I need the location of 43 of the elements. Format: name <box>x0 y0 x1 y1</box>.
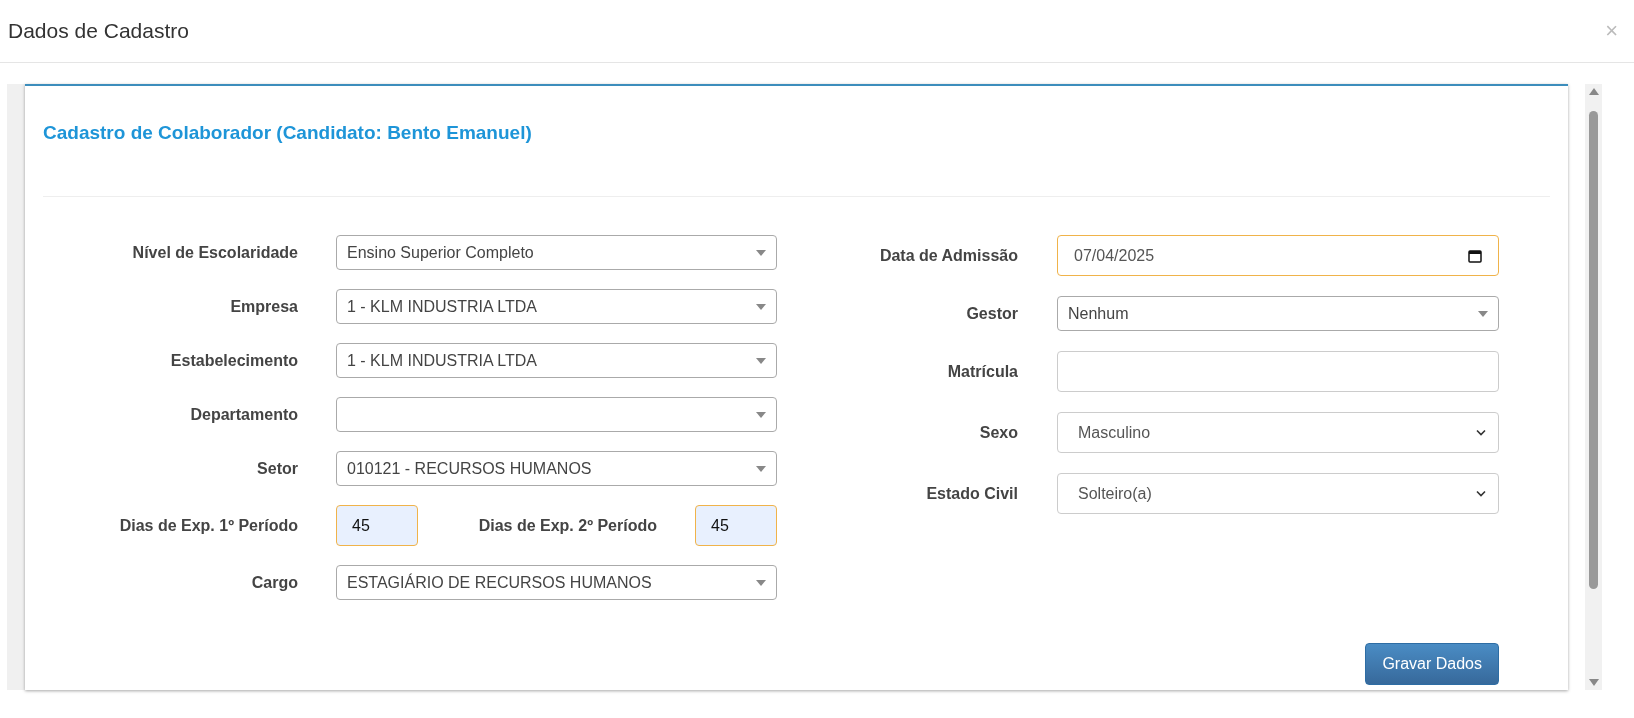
date-field[interactable]: 07/04/2025 <box>1057 235 1499 276</box>
field-label: Setor <box>256 459 298 478</box>
dropdown-caret-icon <box>756 249 766 256</box>
field-label: Dias de Exp. 2º Período <box>477 516 657 535</box>
field-label: Departamento <box>189 405 298 424</box>
field-label: Estado Civil <box>925 484 1018 503</box>
field-label: Cargo <box>250 573 298 592</box>
form-title: Cadastro de Colaborador (Candidato: Bento Emanuel) <box>43 122 533 144</box>
field-label: Data de Admissão <box>878 246 1018 265</box>
dropdown-field[interactable]: Solteiro(a) <box>1057 473 1499 514</box>
number-field[interactable]: 45 <box>336 505 418 546</box>
calendar-icon <box>1468 248 1482 263</box>
dropdown-caret-icon <box>756 579 766 586</box>
scroll-down-icon[interactable] <box>1588 679 1599 686</box>
text-field[interactable] <box>1057 351 1499 392</box>
select-field[interactable]: ESTAGIÁRIO DE RECURSOS HUMANOS <box>336 565 777 600</box>
dropdown-caret-icon <box>756 303 766 310</box>
select-field[interactable]: 1 - KLM INDUSTRIA LTDA <box>336 289 777 324</box>
field-label: Matrícula <box>946 362 1018 381</box>
select-field[interactable]: 010121 - RECURSOS HUMANOS <box>336 451 777 486</box>
select-field[interactable] <box>336 397 777 432</box>
dropdown-field[interactable]: Masculino <box>1057 412 1499 453</box>
dialog-title: Dados de Cadastro <box>8 19 189 43</box>
field-label: Dias de Exp. 1º Período <box>118 516 298 535</box>
field-label: Empresa <box>229 297 298 316</box>
field-label: Gestor <box>965 304 1018 323</box>
field-label: Estabelecimento <box>169 351 298 370</box>
save-button[interactable]: Gravar Dados <box>1365 643 1499 685</box>
chevron-down-icon <box>1476 490 1486 497</box>
scrollbar-thumb[interactable] <box>1589 111 1598 589</box>
number-field[interactable]: 45 <box>695 505 777 546</box>
field-label: Nível de Escolaridade <box>131 243 298 262</box>
dropdown-caret-icon <box>1478 310 1488 317</box>
select-field[interactable]: Nenhum <box>1057 296 1499 331</box>
dropdown-caret-icon <box>756 357 766 364</box>
field-label: Sexo <box>978 423 1018 442</box>
dropdown-caret-icon <box>756 411 766 418</box>
scrollbar[interactable] <box>1585 84 1602 690</box>
dropdown-caret-icon <box>756 465 766 472</box>
select-field[interactable]: 1 - KLM INDUSTRIA LTDA <box>336 343 777 378</box>
select-field[interactable]: Ensino Superior Completo <box>336 235 777 270</box>
chevron-down-icon <box>1476 429 1486 436</box>
scroll-up-icon[interactable] <box>1588 88 1599 95</box>
